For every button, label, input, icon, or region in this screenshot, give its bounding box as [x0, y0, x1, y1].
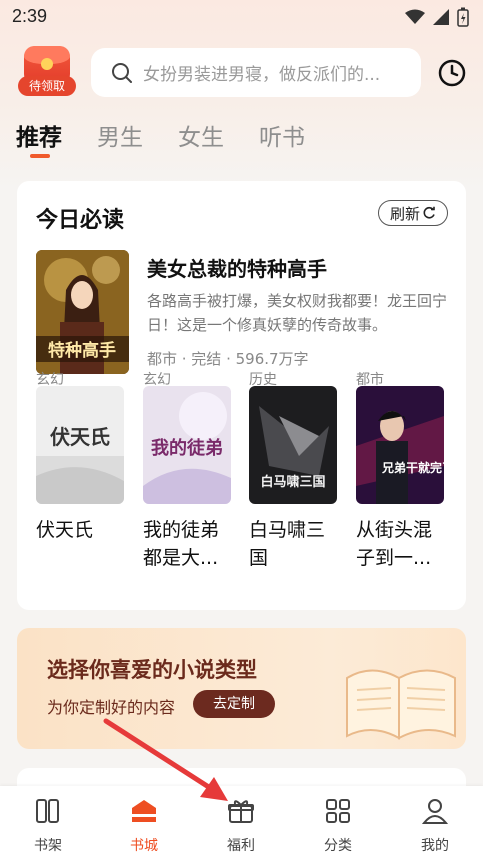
- book-cover-title: 兄弟干就完了: [381, 460, 444, 475]
- book-item[interactable]: 我的徒弟 我的徒弟都是大...: [143, 386, 233, 572]
- today-must-read-card: 今日必读 刷新 特种高手 美女总裁的特种高手 各路高手被打爆，美女权财我都要！龙…: [17, 181, 466, 610]
- book-title: 伏天氏: [36, 519, 94, 541]
- red-envelope-seal: [41, 58, 53, 70]
- featured-book-cover[interactable]: 特种高手: [36, 250, 129, 374]
- status-icons: [405, 7, 469, 27]
- book-cover: 兄弟干就完了: [356, 386, 444, 504]
- grid-icon: [326, 799, 350, 823]
- nav-category[interactable]: 分类: [308, 796, 368, 855]
- category-tabs: 推荐 男生 女生 听书: [16, 118, 340, 158]
- book-category: 都市: [356, 372, 384, 388]
- book-cover: 白马啸三国: [249, 386, 337, 504]
- nav-profile[interactable]: 我的: [405, 796, 465, 855]
- refresh-button[interactable]: 刷新: [378, 200, 448, 226]
- tab-label: 男生: [97, 125, 143, 151]
- book-item[interactable]: 伏天氏 伏天氏: [36, 386, 126, 544]
- refresh-label: 刷新: [389, 204, 420, 223]
- search-icon: [112, 62, 132, 83]
- featured-cover-title: 特种高手: [48, 340, 116, 361]
- book-cover-art: 兄弟干就完了: [356, 386, 444, 504]
- book-title: 白马啸三国: [249, 519, 326, 569]
- tab-recommend[interactable]: 推荐: [16, 118, 62, 158]
- tab-female[interactable]: 女生: [178, 118, 224, 158]
- annotation-arrow: [103, 718, 228, 801]
- user-icon: [421, 799, 449, 824]
- search-placeholder: 女扮男装进男寝，做反派们的...: [143, 65, 381, 85]
- gift-badge-label: 待领取: [18, 76, 76, 96]
- nav-label: 书架: [34, 838, 62, 854]
- book-cover-title: 我的徒弟: [151, 437, 223, 459]
- book-category: 历史: [249, 372, 277, 388]
- book-cover-art: 我的徒弟: [143, 386, 231, 504]
- battery-icon: [457, 7, 469, 27]
- bottom-navigation: 书架 书城 福利 分类 我的: [0, 786, 483, 859]
- book-cover-title: 伏天氏: [50, 425, 110, 449]
- featured-cover-art: 特种高手: [36, 250, 129, 374]
- book-category: 玄幻: [36, 372, 64, 388]
- active-tab-indicator: [30, 154, 50, 158]
- book-cover-title: 白马啸三国: [260, 474, 325, 490]
- search-input[interactable]: 女扮男装进男寝，做反派们的...: [91, 48, 421, 97]
- nav-label: 书城: [130, 838, 158, 854]
- book-category: 玄幻: [143, 372, 171, 388]
- book-cover: 伏天氏: [36, 386, 124, 504]
- history-clock-icon[interactable]: [437, 58, 467, 88]
- nav-label: 福利: [227, 838, 255, 854]
- featured-book-description: 各路高手被打爆，美女权财我都要！龙王回宁日！这是一个修真妖孽的传奇故事。: [147, 292, 448, 334]
- tab-male[interactable]: 男生: [97, 118, 143, 158]
- nav-label: 我的: [421, 838, 449, 854]
- genre-preference-banner[interactable]: 选择你喜爱的小说类型 为你定制好的内容 去定制: [17, 628, 466, 749]
- signal-icon: [433, 9, 449, 25]
- tab-label: 推荐: [16, 125, 62, 151]
- tab-label: 听书: [259, 125, 305, 151]
- nav-bookshelf[interactable]: 书架: [18, 796, 78, 855]
- book-cover-art: 伏天氏: [36, 386, 124, 504]
- tab-audiobook[interactable]: 听书: [259, 118, 305, 158]
- book-title: 我的徒弟都是大...: [143, 519, 220, 569]
- status-bar: 2:39: [0, 0, 483, 34]
- featured-book-title[interactable]: 美女总裁的特种高手: [147, 253, 327, 282]
- book-item[interactable]: 兄弟干就完了 从街头混子到一...: [356, 386, 446, 572]
- book-item[interactable]: 白马啸三国 白马啸三国: [249, 386, 339, 572]
- bookshelf-icon: [36, 799, 59, 823]
- status-time: 2:39: [12, 6, 48, 26]
- customize-button[interactable]: 去定制: [193, 690, 275, 718]
- open-book-illustration: [346, 669, 456, 740]
- book-cover-art: 白马啸三国: [249, 386, 337, 504]
- nav-label: 分类: [324, 838, 352, 854]
- reward-gift-badge[interactable]: 待领取: [18, 46, 76, 98]
- wifi-icon: [405, 9, 425, 24]
- refresh-icon: [423, 206, 435, 219]
- featured-book-meta: 都市 · 完结 · 596.7万字: [147, 350, 309, 368]
- book-title: 从街头混子到一...: [356, 519, 433, 569]
- card-title: 今日必读: [36, 208, 125, 233]
- book-cover: 我的徒弟: [143, 386, 231, 504]
- promo-title: 选择你喜爱的小说类型: [47, 658, 257, 682]
- tab-label: 女生: [178, 125, 224, 151]
